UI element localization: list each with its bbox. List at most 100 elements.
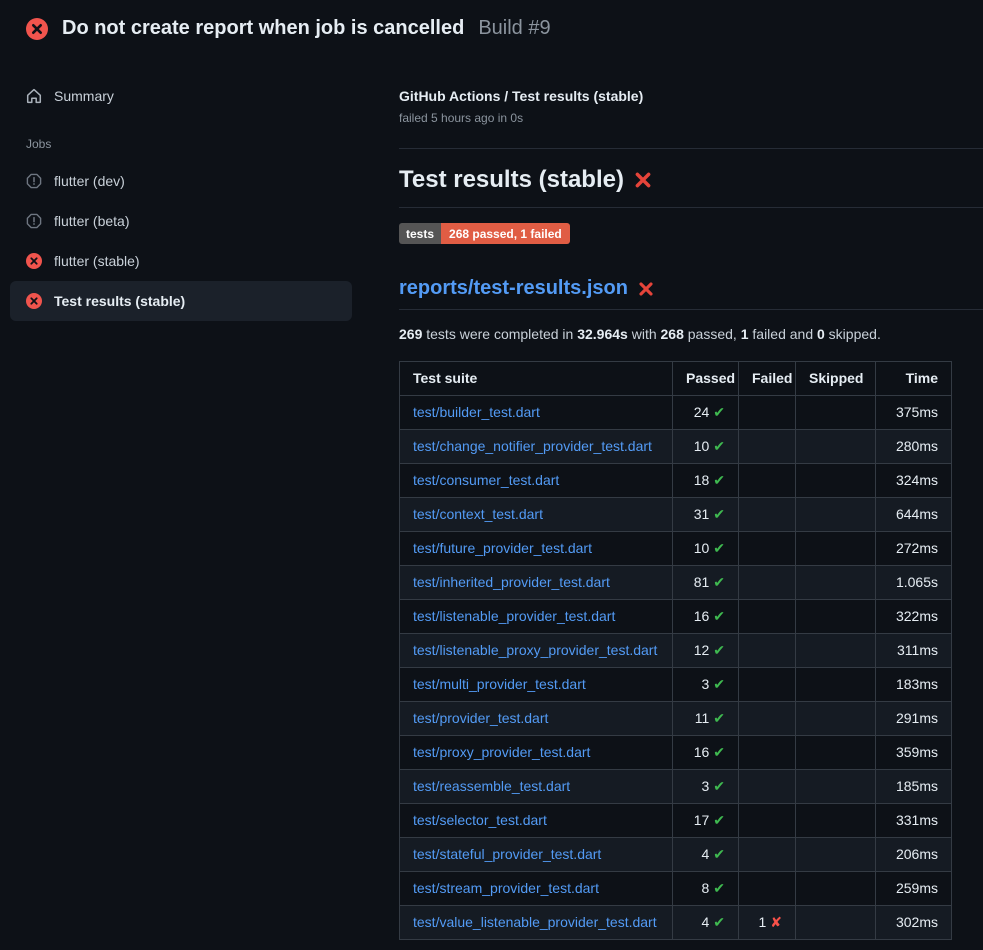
skipped-cell: [796, 668, 876, 702]
table-row: test/consumer_test.dart 18✔ 324ms: [400, 464, 952, 498]
failed-cell: [739, 634, 796, 668]
report-file-link[interactable]: reports/test-results.json: [399, 277, 628, 300]
suite-link[interactable]: test/proxy_provider_test.dart: [413, 744, 590, 760]
suite-link[interactable]: test/provider_test.dart: [413, 710, 548, 726]
time-cell: 359ms: [876, 736, 952, 770]
summary-text: failed and: [749, 326, 818, 342]
job-label: flutter (stable): [54, 253, 140, 269]
jobs-section-label: Jobs: [10, 137, 399, 151]
passed-cell-value: 24: [694, 404, 710, 420]
failed-cell: [739, 804, 796, 838]
time-cell: 291ms: [876, 702, 952, 736]
suite-link[interactable]: test/selector_test.dart: [413, 812, 547, 828]
sidebar-item-job-1[interactable]: flutter (beta): [10, 201, 352, 241]
time-cell: 324ms: [876, 464, 952, 498]
passed-cell: 31✔: [673, 498, 739, 532]
skipped-cell: [796, 498, 876, 532]
check-run-title: Test results (stable): [399, 166, 983, 194]
suite-link[interactable]: test/future_provider_test.dart: [413, 540, 592, 556]
passed-cell: 4✔: [673, 838, 739, 872]
col-time: Time: [876, 362, 952, 396]
suite-link[interactable]: test/inherited_provider_test.dart: [413, 574, 610, 590]
fail-x-icon: ✘: [770, 914, 782, 930]
suite-link[interactable]: test/stateful_provider_test.dart: [413, 846, 601, 862]
suite-link[interactable]: test/value_listenable_provider_test.dart: [413, 914, 657, 930]
table-row: test/provider_test.dart 11✔ 291ms: [400, 702, 952, 736]
skipped-cell: [796, 872, 876, 906]
suite-link[interactable]: test/context_test.dart: [413, 506, 543, 522]
passed-cell-value: 18: [694, 472, 710, 488]
passed-cell: 16✔: [673, 600, 739, 634]
table-row: test/proxy_provider_test.dart 16✔ 359ms: [400, 736, 952, 770]
table-row: test/listenable_provider_test.dart16✔322…: [400, 600, 952, 634]
failed-count: 1: [741, 326, 749, 342]
suite-link[interactable]: test/consumer_test.dart: [413, 472, 559, 488]
col-failed: Failed: [739, 362, 796, 396]
table-row: test/future_provider_test.dart10✔272ms: [400, 532, 952, 566]
job-label: Test results (stable): [54, 293, 185, 309]
suite-link[interactable]: test/listenable_proxy_provider_test.dart: [413, 642, 657, 658]
check-icon: ✔: [713, 710, 725, 726]
passed-cell: 10✔: [673, 430, 739, 464]
passed-cell-value: 4: [701, 914, 709, 930]
suite-cell: test/provider_test.dart: [400, 702, 673, 736]
passed-count: 268: [661, 326, 684, 342]
passed-cell: 10✔: [673, 532, 739, 566]
passed-cell: 3✔: [673, 668, 739, 702]
check-icon: ✔: [713, 540, 725, 556]
skipped-cell: [796, 600, 876, 634]
failed-cell: [739, 566, 796, 600]
badge-label: tests: [399, 223, 441, 244]
passed-cell-value: 10: [694, 438, 710, 454]
layout: Summary Jobs flutter (dev)flutter (beta)…: [0, 57, 983, 950]
suite-cell: test/future_provider_test.dart: [400, 532, 673, 566]
passed-cell-value: 8: [701, 880, 709, 896]
sidebar-item-summary[interactable]: Summary: [10, 77, 352, 115]
divider: [399, 207, 983, 208]
stop-icon: [26, 173, 42, 189]
time-cell: 280ms: [876, 430, 952, 464]
time-cell: 331ms: [876, 804, 952, 838]
passed-cell-value: 11: [695, 710, 710, 726]
suite-cell: test/stream_provider_test.dart: [400, 872, 673, 906]
passed-cell-value: 4: [701, 846, 709, 862]
passed-cell: 3✔: [673, 770, 739, 804]
suite-link[interactable]: test/listenable_provider_test.dart: [413, 608, 615, 624]
job-list: flutter (dev)flutter (beta) flutter (stab…: [10, 161, 399, 321]
time-cell: 259ms: [876, 872, 952, 906]
passed-cell: 16✔: [673, 736, 739, 770]
passed-cell: 12✔: [673, 634, 739, 668]
divider: [399, 309, 983, 310]
home-icon: [26, 88, 42, 104]
report-file-heading[interactable]: reports/test-results.json: [399, 277, 983, 300]
tests-badge: tests 268 passed, 1 failed: [399, 223, 570, 244]
summary-text: with: [628, 326, 661, 342]
failed-cell: [739, 736, 796, 770]
check-icon: ✔: [713, 914, 725, 930]
skipped-cell: [796, 566, 876, 600]
suite-link[interactable]: test/builder_test.dart: [413, 404, 540, 420]
check-icon: ✔: [713, 472, 725, 488]
x-circle-icon: [26, 293, 42, 309]
suite-link[interactable]: test/reassemble_test.dart: [413, 778, 570, 794]
passed-cell-value: 12: [694, 642, 710, 658]
suite-cell: test/change_notifier_provider_test.dart: [400, 430, 673, 464]
skipped-cell: [796, 736, 876, 770]
table-row: test/inherited_provider_test.dart81✔1.06…: [400, 566, 952, 600]
suite-cell: test/builder_test.dart: [400, 396, 673, 430]
suite-link[interactable]: test/stream_provider_test.dart: [413, 880, 599, 896]
sidebar-item-job-0[interactable]: flutter (dev): [10, 161, 352, 201]
suite-link[interactable]: test/multi_provider_test.dart: [413, 676, 586, 692]
passed-cell: 18✔: [673, 464, 739, 498]
failed-cell: [739, 872, 796, 906]
suite-link[interactable]: test/change_notifier_provider_test.dart: [413, 438, 652, 454]
skipped-cell: [796, 430, 876, 464]
time-cell: 206ms: [876, 838, 952, 872]
suite-cell: test/proxy_provider_test.dart: [400, 736, 673, 770]
badge-value: 268 passed, 1 failed: [441, 223, 570, 244]
suite-cell: test/reassemble_test.dart: [400, 770, 673, 804]
suite-cell: test/stateful_provider_test.dart: [400, 838, 673, 872]
sidebar-item-job-3[interactable]: Test results (stable): [10, 281, 352, 321]
sidebar-item-job-2[interactable]: flutter (stable): [10, 241, 352, 281]
build-number: Build #9: [478, 17, 550, 40]
